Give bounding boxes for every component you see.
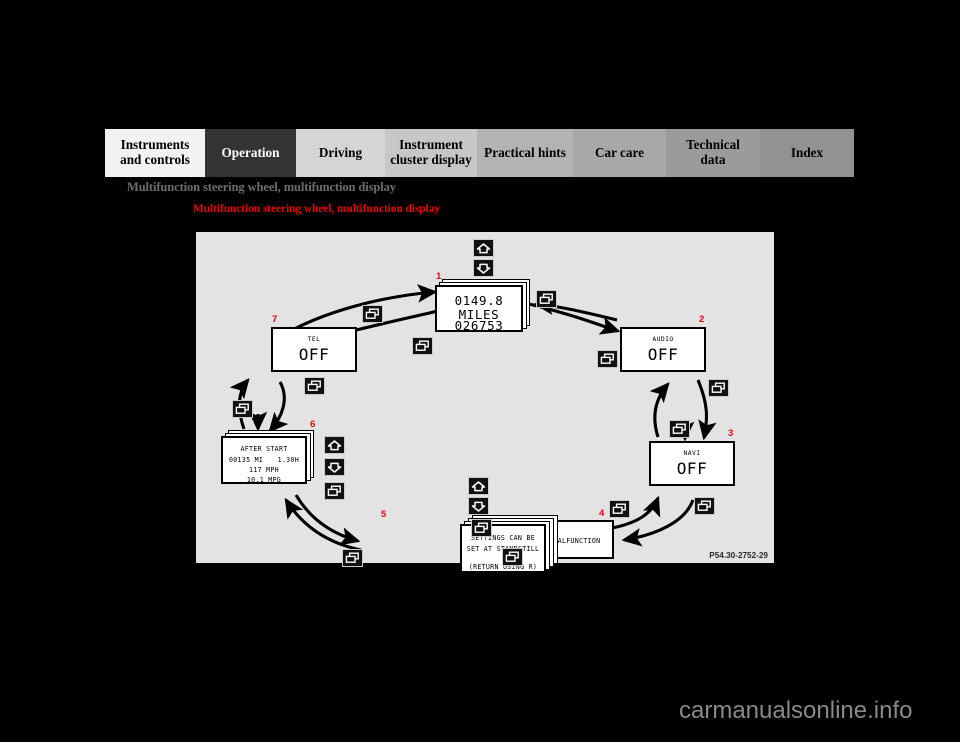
tab-practical-hints[interactable]: Practical hints <box>477 129 573 177</box>
page-title: Multifunction steering wheel, multifunct… <box>127 180 396 194</box>
tab-technical-data[interactable]: Technical data <box>666 129 760 177</box>
section-tab-bar: Instruments and controls Operation Drivi… <box>105 129 854 177</box>
chevron-up-button-icon[interactable] <box>324 436 345 454</box>
overlapping-pages-button-icon[interactable] <box>304 377 325 395</box>
chevron-up-button-icon[interactable] <box>468 477 489 495</box>
overlapping-pages-button-icon[interactable] <box>342 549 363 567</box>
audio-label: AUDIO <box>652 335 674 343</box>
chevron-down-button-icon[interactable] <box>468 497 489 515</box>
overlapping-pages-button-icon[interactable] <box>694 497 715 515</box>
overlapping-pages-button-icon[interactable] <box>708 379 729 397</box>
after-start-time: 1.30H <box>277 456 299 464</box>
overlapping-pages-button-icon[interactable] <box>597 350 618 368</box>
tel-value: OFF <box>298 345 330 364</box>
tab-driving[interactable]: Driving <box>296 129 385 177</box>
odometer-trip-value: 0149.8 <box>454 293 504 308</box>
overlapping-pages-button-icon[interactable] <box>502 548 523 566</box>
overlapping-pages-button-icon[interactable] <box>232 400 253 418</box>
tab-operation[interactable]: Operation <box>205 129 296 177</box>
audio-value: OFF <box>647 345 679 364</box>
navi-value: OFF <box>676 459 708 478</box>
tab-instrument-cluster-display[interactable]: Instrument cluster display <box>385 129 477 177</box>
after-start-consumption: 10.1 MPG <box>246 476 282 484</box>
odometer-total-value: 026753 <box>454 318 504 333</box>
screen-after-start[interactable]: AFTER START 00135 MI 1.30H 117 MPH 10.1 … <box>221 436 307 484</box>
screen-odometer[interactable]: 0149.8 MILES 026753 <box>435 285 523 333</box>
tab-car-care[interactable]: Car care <box>573 129 666 177</box>
tab-label: Index <box>790 144 824 160</box>
callout-5: 5 <box>381 509 387 520</box>
tab-label: Operation <box>221 144 280 160</box>
callout-2: 2 <box>699 314 705 325</box>
watermark-text: carmanualsonline.info <box>679 697 913 724</box>
tab-index[interactable]: Index <box>760 129 854 177</box>
chevron-down-button-icon[interactable] <box>324 458 345 476</box>
callout-7: 7 <box>272 314 278 325</box>
callout-4: 4 <box>599 508 605 519</box>
tab-label: Driving <box>318 144 363 160</box>
section-subtitle: Multifunction steering wheel, multifunct… <box>193 203 440 215</box>
tel-label: TEL <box>307 335 321 343</box>
overlapping-pages-button-icon[interactable] <box>324 482 345 500</box>
overlapping-pages-button-icon[interactable] <box>536 290 557 308</box>
callout-1: 1 <box>436 271 442 282</box>
tab-label: Instrument cluster display <box>390 137 472 167</box>
overlapping-pages-button-icon[interactable] <box>669 420 690 438</box>
chevron-up-button-icon[interactable] <box>473 239 494 257</box>
figure-multifunction-display-flow: 0149.8 MILES 026753 1 AUDIO OFF 2 NAVI O… <box>196 229 774 573</box>
figure-reference-code: P54.30-2752-29 <box>709 551 768 560</box>
screen-navi[interactable]: NAVI OFF <box>649 441 735 486</box>
callout-6: 6 <box>310 419 316 430</box>
after-start-speed: 117 MPH <box>249 466 279 474</box>
callout-3: 3 <box>728 428 734 439</box>
chevron-down-button-icon[interactable] <box>473 259 494 277</box>
screen-audio[interactable]: AUDIO OFF <box>620 327 706 372</box>
tab-label: Instruments and controls <box>120 137 190 167</box>
after-start-title: AFTER START <box>240 445 288 453</box>
tab-label: Car care <box>595 144 644 160</box>
overlapping-pages-button-icon[interactable] <box>609 500 630 518</box>
overlapping-pages-button-icon[interactable] <box>471 519 492 537</box>
tab-label: Practical hints <box>484 144 566 160</box>
navi-label: NAVI <box>683 449 701 457</box>
overlapping-pages-button-icon[interactable] <box>412 337 433 355</box>
tab-instruments-and-controls[interactable]: Instruments and controls <box>105 129 205 177</box>
overlapping-pages-button-icon[interactable] <box>362 305 383 323</box>
tab-label: Technical data <box>686 137 740 167</box>
screen-tel[interactable]: TEL OFF <box>271 327 357 372</box>
